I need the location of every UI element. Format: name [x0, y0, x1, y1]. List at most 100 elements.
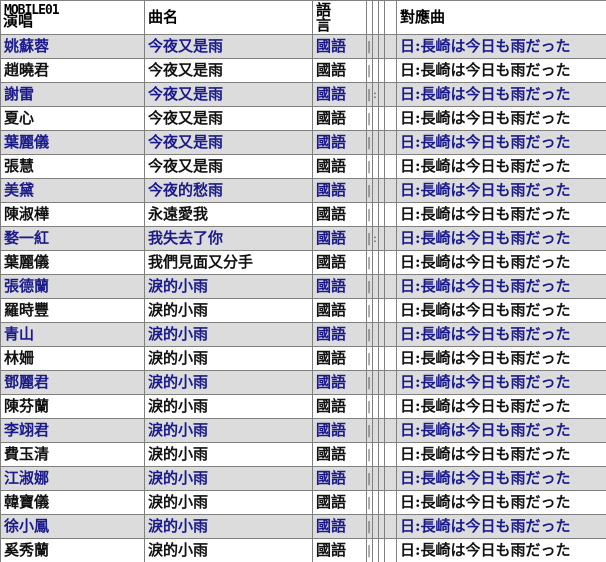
singer-cell: 陳芬蘭	[0, 394, 145, 419]
table-row: 趙曉君 今夜又是雨 國語 | 日:長崎は今日も雨だった	[0, 58, 606, 83]
match-cell: 日:長崎は今日も雨だった	[396, 538, 606, 562]
narrow-cell-4	[384, 346, 397, 371]
song-table: MOBILE01 演唱 曲名 語言 對應曲 姚蘇蓉 今夜又是雨 國語 | 日:長崎は今日…	[0, 0, 606, 562]
lang-cell: 國語	[312, 250, 367, 275]
singer-cell: 陳淑樺	[0, 202, 145, 227]
narrow-cell-4	[384, 418, 397, 443]
singer-cell: 費玉清	[0, 442, 145, 467]
song-cell: 今夜又是雨	[144, 82, 313, 107]
lang-cell: 國語	[312, 178, 367, 203]
table-row: 鄧麗君 淚的小雨 國語 | 日:長崎は今日も雨だった	[0, 370, 606, 395]
song-cell: 淚的小雨	[144, 346, 313, 371]
match-cell: 日:長崎は今日も雨だった	[396, 322, 606, 347]
match-cell: 日:長崎は今日も雨だった	[396, 202, 606, 227]
narrow-cell-4	[384, 34, 397, 59]
match-cell: 日:長崎は今日も雨だった	[396, 130, 606, 155]
singer-cell: 張慧	[0, 154, 145, 179]
lang-cell: 國語	[312, 58, 367, 83]
match-cell: 日:長崎は今日も雨だった	[396, 418, 606, 443]
header-lang-label: 語言	[316, 0, 332, 34]
singer-cell: 鄧麗君	[0, 370, 145, 395]
singer-cell: 奚秀蘭	[0, 538, 145, 562]
song-cell: 淚的小雨	[144, 418, 313, 443]
singer-cell: 婺一紅	[0, 226, 145, 251]
narrow-cell-4	[384, 514, 397, 539]
lang-cell: 國語	[312, 394, 367, 419]
singer-cell: 謝雷	[0, 82, 145, 107]
song-cell: 淚的小雨	[144, 394, 313, 419]
song-cell: 淚的小雨	[144, 298, 313, 323]
lang-cell: 國語	[312, 346, 367, 371]
song-cell: 今夜又是雨	[144, 34, 313, 59]
match-cell: 日:長崎は今日も雨だった	[396, 370, 606, 395]
narrow-cell-4	[384, 298, 397, 323]
singer-cell: 夏心	[0, 106, 145, 131]
header-song: 曲名	[144, 0, 313, 35]
table-row: 陳淑樺 永遠愛我 國語 | 日:長崎は今日も雨だった	[0, 202, 606, 227]
lang-cell: 國語	[312, 538, 367, 562]
song-cell: 淚的小雨	[144, 442, 313, 467]
table-row: 張德蘭 淚的小雨 國語 | 日:長崎は今日も雨だった	[0, 274, 606, 299]
match-cell: 日:長崎は今日も雨だった	[396, 178, 606, 203]
header-singer-cell: MOBILE01 演唱	[0, 0, 145, 35]
table-row: 徐小鳳 淚的小雨 國語 | 日:長崎は今日も雨だった	[0, 514, 606, 539]
lang-cell: 國語	[312, 466, 367, 491]
narrow-cell-4	[384, 490, 397, 515]
lang-cell: 國語	[312, 154, 367, 179]
narrow-cell-4	[384, 58, 397, 83]
narrow-cell-4	[384, 370, 397, 395]
lang-cell: 國語	[312, 202, 367, 227]
table-row: 費玉清 淚的小雨 國語 | 日:長崎は今日も雨だった	[0, 442, 606, 467]
singer-cell: 姚蘇蓉	[0, 34, 145, 59]
table-row: 美黛 今夜的愁雨 國語 | 日:長崎は今日も雨だった	[0, 178, 606, 203]
singer-cell: 張德蘭	[0, 274, 145, 299]
table-row: 夏心 今夜又是雨 國語 | 日:長崎は今日も雨だった	[0, 106, 606, 131]
match-cell: 日:長崎は今日も雨だった	[396, 298, 606, 323]
singer-cell: 林姍	[0, 346, 145, 371]
lang-cell: 國語	[312, 34, 367, 59]
match-cell: 日:長崎は今日も雨だった	[396, 226, 606, 251]
match-cell: 日:長崎は今日も雨だった	[396, 34, 606, 59]
song-cell: 淚的小雨	[144, 514, 313, 539]
song-cell: 淚的小雨	[144, 490, 313, 515]
narrow-cell-4	[384, 82, 397, 107]
song-table-view: MOBILE01 演唱 曲名 語言 對應曲 姚蘇蓉 今夜又是雨 國語 | 日:長崎は今日…	[0, 0, 606, 562]
header-singer: 演唱	[3, 12, 34, 30]
narrow-cell-4	[384, 250, 397, 275]
lang-cell: 國語	[312, 298, 367, 323]
table-row: 羅時豐 淚的小雨 國語 | 日:長崎は今日も雨だった	[0, 298, 606, 323]
song-cell: 淚的小雨	[144, 322, 313, 347]
narrow-cell-4	[384, 274, 397, 299]
singer-cell: 葉麗儀	[0, 130, 145, 155]
table-row: 李翊君 淚的小雨 國語 | 日:長崎は今日も雨だった	[0, 418, 606, 443]
song-cell: 今夜的愁雨	[144, 178, 313, 203]
table-body: 姚蘇蓉 今夜又是雨 國語 | 日:長崎は今日も雨だった 趙曉君 今夜又是雨 國語 | 日:長崎は今…	[0, 34, 606, 562]
table-row: 青山 淚的小雨 國語 | 日:長崎は今日も雨だった	[0, 322, 606, 347]
lang-cell: 國語	[312, 514, 367, 539]
lang-cell: 國語	[312, 490, 367, 515]
match-cell: 日:長崎は今日も雨だった	[396, 154, 606, 179]
match-cell: 日:長崎は今日も雨だった	[396, 58, 606, 83]
song-cell: 今夜又是雨	[144, 106, 313, 131]
table-row: 葉麗儀 我們見面又分手 國語 | 日:長崎は今日も雨だった	[0, 250, 606, 275]
narrow-cell-4	[384, 538, 397, 562]
song-cell: 淚的小雨	[144, 274, 313, 299]
narrow-cell-4	[384, 106, 397, 131]
header-match: 對應曲	[396, 0, 606, 35]
singer-cell: 徐小鳳	[0, 514, 145, 539]
song-cell: 淚的小雨	[144, 370, 313, 395]
match-cell: 日:長崎は今日も雨だった	[396, 394, 606, 419]
singer-cell: 青山	[0, 322, 145, 347]
lang-cell: 國語	[312, 370, 367, 395]
singer-cell: 李翊君	[0, 418, 145, 443]
song-cell: 永遠愛我	[144, 202, 313, 227]
lang-cell: 國語	[312, 442, 367, 467]
lang-cell: 國語	[312, 82, 367, 107]
song-cell: 我失去了你	[144, 226, 313, 251]
narrow-cell-4	[384, 202, 397, 227]
table-row: 葉麗儀 今夜又是雨 國語 | 日:長崎は今日も雨だった	[0, 130, 606, 155]
song-cell: 今夜又是雨	[144, 154, 313, 179]
song-cell: 我們見面又分手	[144, 250, 313, 275]
song-cell: 淚的小雨	[144, 466, 313, 491]
header-lang: 語言	[312, 0, 367, 35]
